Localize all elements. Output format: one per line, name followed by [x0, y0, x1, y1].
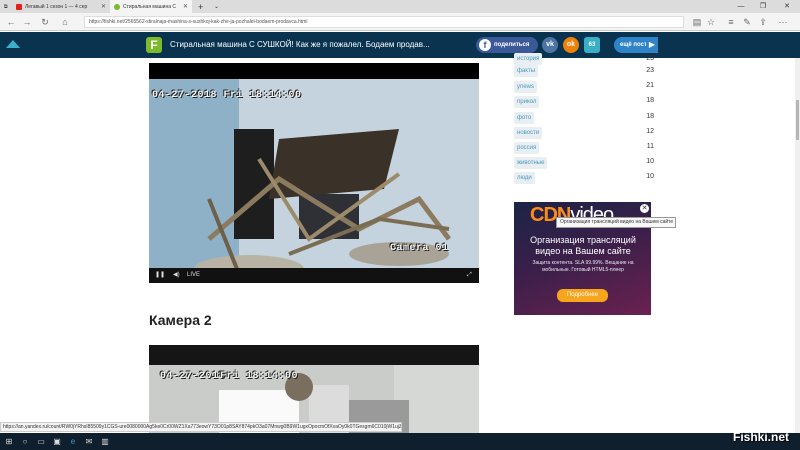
facebook-share-button[interactable]: f поделиться — [476, 37, 538, 53]
camera-1-timestamp: 04-27-2018 Fri 18:14:00 — [152, 90, 302, 101]
notes-icon[interactable]: ✎ — [740, 13, 754, 31]
search-icon[interactable]: ○ — [18, 433, 32, 450]
ad-headline: Организация трансляций видео на Вашем са… — [530, 235, 636, 256]
tag-count: 10 — [646, 158, 654, 165]
section-heading: Камера 2 — [149, 312, 212, 328]
tab-youtube[interactable]: Легавый 1 сезон 1 — 4 сер ✕ — [12, 0, 110, 13]
url-input[interactable]: https://fishki.net/2565562-stiralnaja-ma… — [84, 16, 684, 28]
tab-list-icon[interactable]: ⧉ — [0, 0, 12, 13]
tag-link[interactable]: люди — [514, 172, 535, 184]
close-icon[interactable]: ✕ — [183, 3, 188, 10]
share-counter[interactable]: 63 — [584, 37, 600, 53]
tag-link[interactable]: ynews — [514, 81, 538, 93]
youtube-icon — [16, 3, 22, 10]
volume-icon[interactable]: ◀) — [173, 268, 180, 283]
home-icon[interactable]: ⌂ — [58, 13, 72, 31]
ad-tooltip: Организация трансляций видео на Вашем са… — [556, 217, 676, 228]
scrollbar-thumb[interactable] — [796, 100, 799, 140]
windows-taskbar — [0, 433, 800, 450]
ok-share-button[interactable]: ok — [563, 37, 579, 53]
reading-view-icon[interactable]: ▤ — [690, 13, 704, 31]
tag-count: 11 — [646, 143, 654, 150]
fishki-logo[interactable]: F — [146, 37, 162, 53]
tag-count: 18 — [646, 113, 654, 120]
tag-link[interactable]: факты — [514, 65, 539, 77]
tag-link[interactable]: фото — [514, 112, 535, 124]
facebook-icon: f — [479, 39, 491, 51]
tag-count: 21 — [646, 82, 654, 89]
fishki-watermark: Fishki.net — [733, 430, 790, 444]
back-icon[interactable]: ← — [4, 13, 18, 31]
up-arrow-icon[interactable] — [6, 40, 20, 48]
video-controls: ❚❚ ◀) LIVE ⤢ — [149, 268, 479, 283]
camera-1-label: Camera 01 — [390, 243, 449, 254]
close-window-icon[interactable]: ✕ — [776, 0, 798, 13]
store-icon[interactable]: ▥ — [98, 433, 112, 450]
tag-link[interactable]: россия — [514, 142, 540, 154]
tag-link[interactable]: животные — [514, 157, 548, 169]
tag-link[interactable]: история — [514, 53, 543, 65]
pause-icon[interactable]: ❚❚ — [155, 268, 165, 283]
tag-count: 12 — [646, 128, 654, 135]
fullscreen-icon[interactable]: ⤢ — [467, 268, 472, 283]
fishki-icon — [114, 3, 120, 10]
refresh-icon[interactable]: ↻ — [38, 13, 52, 31]
share-icon[interactable]: ⇪ — [756, 13, 770, 31]
file-explorer-icon[interactable]: ▣ — [50, 433, 64, 450]
maximize-icon[interactable]: ❐ — [752, 0, 774, 13]
tag-count: 18 — [646, 97, 654, 104]
task-view-icon[interactable]: ▭ — [34, 433, 48, 450]
camera-2-time: Fri 18:14:00 — [220, 371, 299, 382]
ad-close-icon[interactable]: ✕ — [640, 204, 649, 213]
tag-link[interactable]: новости — [514, 127, 543, 139]
favorites-hub-icon[interactable]: ≡ — [724, 13, 738, 31]
ad-more-button[interactable]: Подробнее — [557, 289, 608, 302]
page-title: Стиральная машина С СУШКОЙ! Как же я пож… — [170, 40, 430, 49]
windows-start-icon[interactable]: ⊞ — [2, 433, 16, 450]
close-icon[interactable]: ✕ — [101, 3, 106, 10]
edge-icon[interactable]: e — [66, 433, 80, 450]
share-label: поделиться — [494, 42, 530, 48]
tab-title: Стиральная машина С — [123, 3, 176, 10]
tab-fishki[interactable]: Стиральная машина С ✕ — [110, 0, 192, 13]
status-url: https://an.yandex.ru/count/RW0jYRhsI8550… — [0, 422, 402, 432]
more-icon[interactable]: ⋯ — [776, 13, 790, 31]
tab-title: Легавый 1 сезон 1 — 4 сер — [25, 3, 88, 10]
ad-body-text: Защита контента. SLA 99.99%. Вещание на … — [532, 260, 634, 273]
tag-count: 23 — [646, 67, 654, 74]
vk-share-button[interactable]: vk — [542, 37, 558, 53]
new-tab-button[interactable]: + — [194, 0, 208, 13]
chevron-down-icon[interactable]: ⌄ — [210, 0, 224, 13]
video-top-strip — [149, 63, 479, 79]
live-label: LIVE — [187, 272, 201, 278]
minimize-icon[interactable]: — — [730, 0, 752, 13]
mail-icon[interactable]: ✉ — [82, 433, 96, 450]
favorite-star-icon[interactable]: ☆ — [704, 13, 718, 31]
tag-link[interactable]: прикол — [514, 96, 540, 108]
forward-icon[interactable]: → — [20, 13, 34, 31]
camera-2-date: 04-27-2018 — [160, 371, 226, 382]
tag-count: 10 — [646, 173, 654, 180]
tag-count: 23 — [646, 55, 654, 62]
